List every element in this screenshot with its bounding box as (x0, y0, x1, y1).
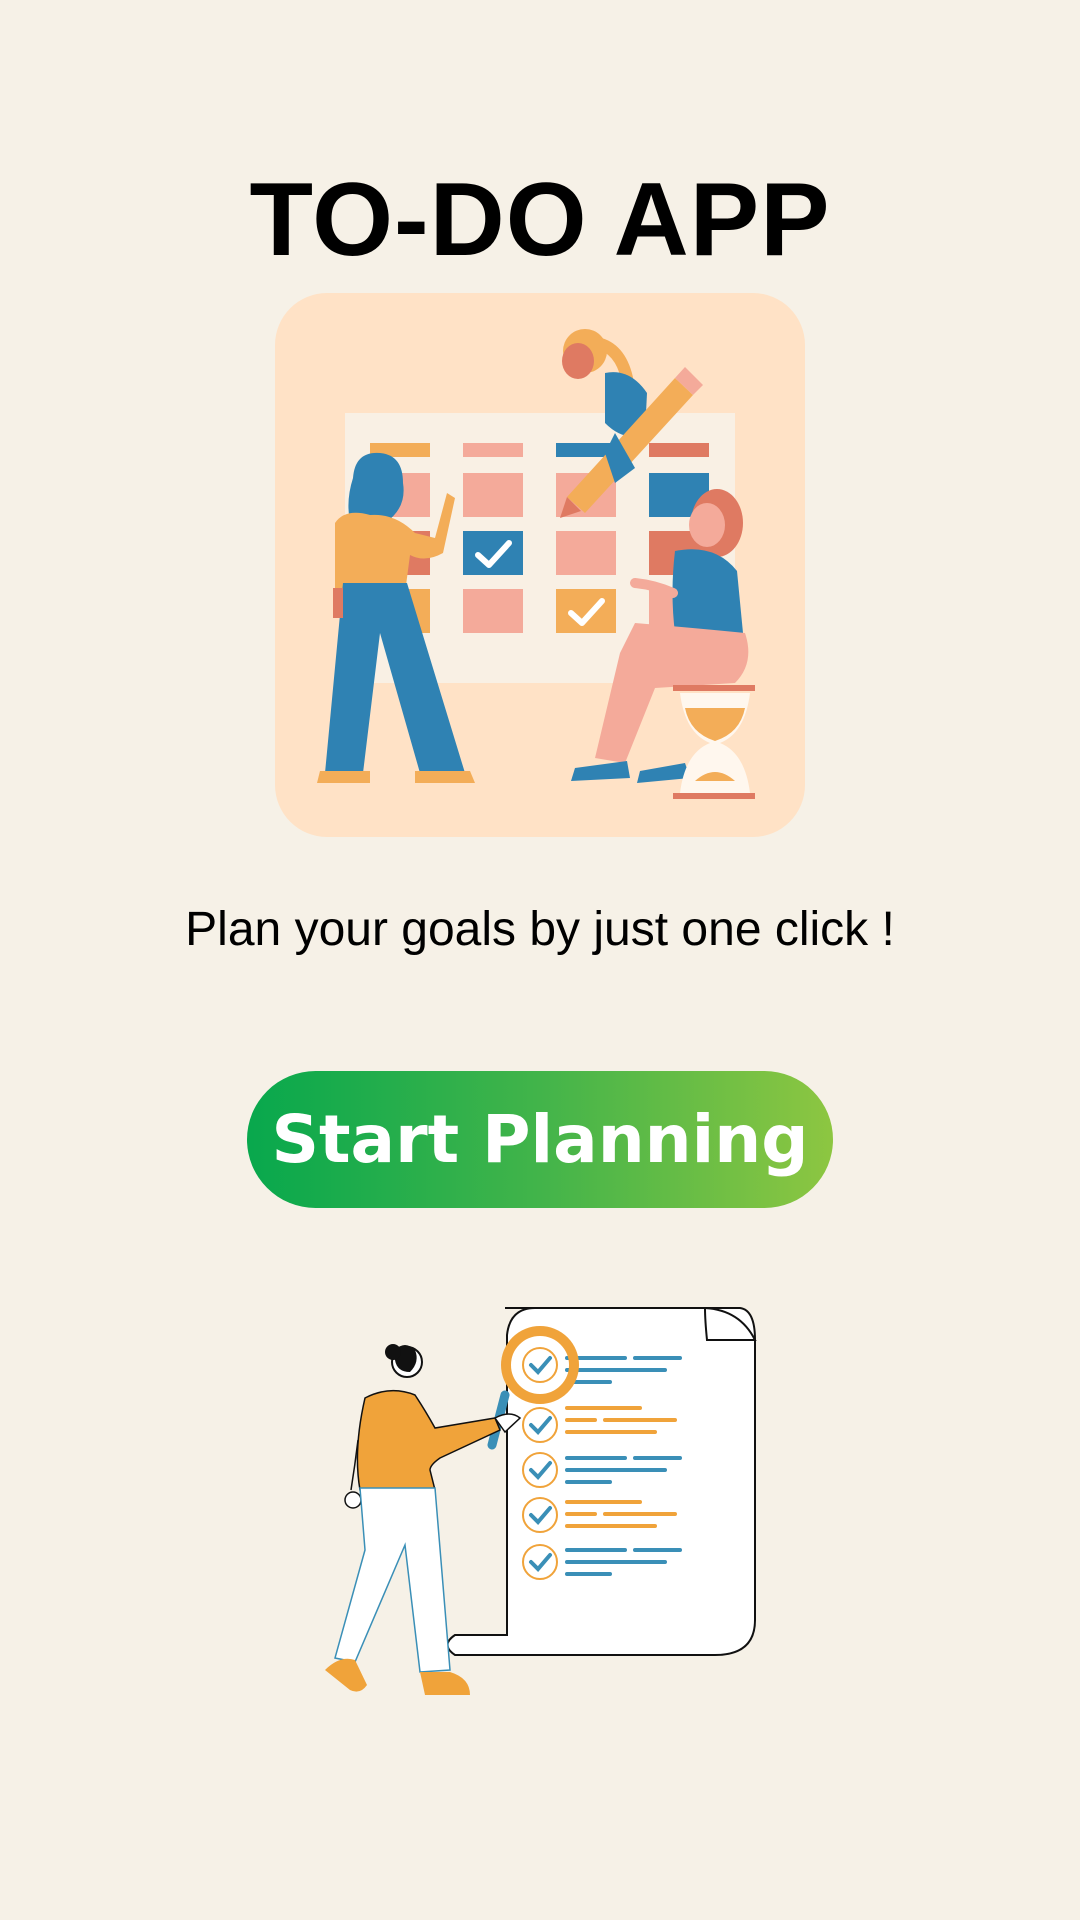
start-planning-button[interactable]: Start Planning (247, 1071, 833, 1208)
tagline: Plan your goals by just one click ! (185, 903, 895, 956)
app-title: TO-DO APP (249, 162, 831, 278)
checklist-illustration (315, 1300, 775, 1710)
checklist-scroll-icon (325, 1306, 757, 1695)
calendar-board-icon (317, 329, 755, 799)
hero-illustration (275, 293, 805, 837)
